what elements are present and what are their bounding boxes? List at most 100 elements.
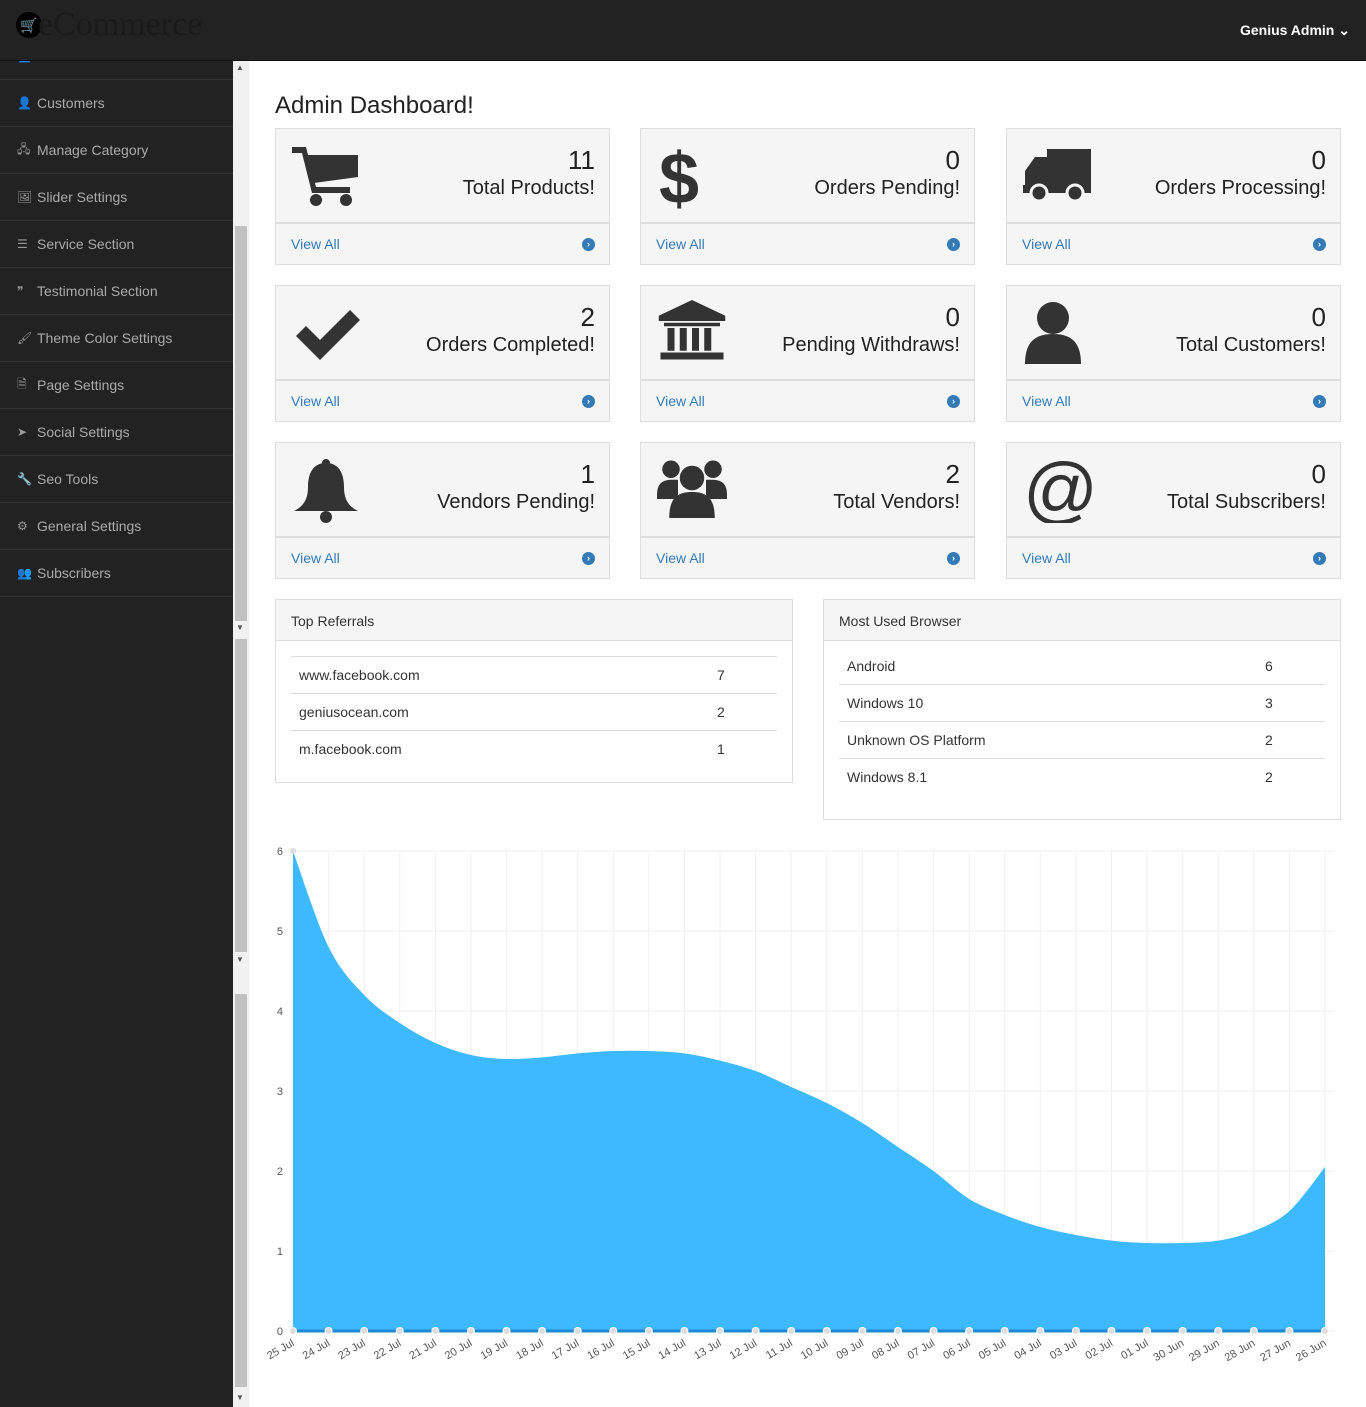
stat-label: Orders Completed! (426, 334, 595, 356)
sidebar-item-customers[interactable]: 👤 Customers (0, 80, 233, 127)
view-all-link[interactable]: View All › (276, 538, 609, 578)
x-tick-label: 27 Jun (1258, 1337, 1293, 1364)
sidebar-item-slider-settings[interactable]: 🖼 Slider Settings (0, 174, 233, 221)
stat-value: 0 (1311, 302, 1326, 332)
view-all-link[interactable]: View All › (1007, 538, 1340, 578)
list-icon: ☰ (17, 237, 28, 251)
data-point (466, 1327, 475, 1335)
stat-card-total-vendors: 2 Total Vendors! View All › (640, 442, 975, 579)
x-tick-label: 22 Jul (372, 1337, 403, 1362)
scrollbar[interactable]: ▲ ▼ ▼ ▼ (233, 61, 249, 1407)
view-all-label: View All (656, 550, 705, 566)
data-point (751, 1327, 760, 1335)
row-name: www.facebook.com (299, 667, 420, 683)
sidebar-item-label: Page Settings (37, 377, 125, 393)
scroll-down-icon[interactable]: ▼ (236, 955, 244, 964)
sidebar-item-service-section[interactable]: ☰ Service Section (0, 221, 233, 268)
x-tick-label: 24 Jul (301, 1337, 332, 1362)
x-tick-label: 20 Jul (443, 1337, 474, 1362)
view-all-link[interactable]: View All › (1007, 381, 1340, 421)
y-tick-label: 1 (277, 1246, 283, 1258)
data-point (787, 1327, 796, 1335)
arrow-circle-right-icon: › (947, 394, 960, 408)
sidebar-item-subscribers[interactable]: 👥 Subscribers (0, 550, 233, 597)
sidebar-item-page-settings[interactable]: 🗎 Page Settings (0, 362, 233, 409)
x-tick-label: 30 Jun (1152, 1337, 1187, 1364)
stat-card-orders-processing: 0 Orders Processing! View All › (1006, 128, 1341, 265)
arrow-circle-right-icon: › (582, 237, 595, 251)
scroll-up-icon[interactable]: ▲ (236, 63, 244, 72)
x-tick-label: 06 Jul (941, 1337, 972, 1362)
arrow-circle-right-icon: › (1313, 394, 1326, 408)
sidebar-item-testimonial-section[interactable]: ❞ Testimonial Section (0, 268, 233, 315)
users-icon: 👥 (17, 566, 32, 580)
sidebar-item-label: Manage Category (37, 142, 149, 158)
stat-card-total-products: 11 Total Products! View All › (275, 128, 610, 265)
data-point (431, 1327, 440, 1335)
x-tick-label: 03 Jul (1048, 1337, 1079, 1362)
x-tick-label: 04 Jul (1012, 1337, 1043, 1362)
brand-logo[interactable]: 🛒 eCommerce (16, 8, 202, 42)
data-point (360, 1327, 369, 1335)
arrow-circle-right-icon: › (582, 394, 595, 408)
stat-label: Total Subscribers! (1167, 491, 1326, 513)
sitemap-icon: 🖧 (17, 141, 31, 156)
row-name: Windows 8.1 (847, 769, 928, 785)
sidebar-item-manage-category[interactable]: 🖧 Manage Category (0, 127, 233, 174)
scroll-thumb[interactable] (235, 639, 247, 952)
row-name: Unknown OS Platform (847, 732, 986, 748)
sidebar-item-theme-color-settings[interactable]: 🖌 Theme Color Settings (0, 315, 233, 362)
stat-card-total-customers: 0 Total Customers! View All › (1006, 285, 1341, 422)
view-all-label: View All (656, 236, 705, 252)
view-all-link[interactable]: View All › (1007, 224, 1340, 264)
sidebar-item-general-settings[interactable]: ⚙ General Settings (0, 503, 233, 550)
view-all-label: View All (1022, 550, 1071, 566)
user-menu[interactable]: Genius Admin ⌄ (1240, 22, 1350, 39)
data-point (644, 1327, 653, 1335)
stat-value: 0 (945, 302, 960, 332)
scroll-down-icon[interactable]: ▼ (236, 1393, 244, 1402)
stat-card-vendors-pending: 1 Vendors Pending! View All › (275, 442, 610, 579)
view-all-link[interactable]: View All › (276, 224, 609, 264)
stat-label: Total Products! (462, 177, 595, 199)
sidebar-item-social-settings[interactable]: ➤ Social Settings (0, 409, 233, 456)
image-icon: 🖼 (17, 190, 33, 204)
view-all-link[interactable]: View All › (276, 381, 609, 421)
x-tick-label: 05 Jul (977, 1337, 1008, 1362)
arrow-circle-right-icon: › (582, 551, 595, 565)
user-name: Genius Admin (1239, 22, 1335, 38)
shopping-cart-icon (292, 143, 362, 209)
scroll-thumb[interactable] (235, 994, 247, 1387)
sidebar-item-seo-tools[interactable]: 🔧 Seo Tools (0, 456, 233, 503)
data-point (290, 848, 296, 854)
view-all-link[interactable]: View All › (641, 224, 974, 264)
scroll-down-icon[interactable]: ▼ (236, 623, 244, 632)
stat-card-total-subscribers: @0 Total Subscribers! View All › (1006, 442, 1341, 579)
scroll-thumb[interactable] (235, 226, 247, 621)
arrow-circle-right-icon: › (947, 237, 960, 251)
stat-value: 11 (568, 145, 595, 175)
view-all-label: View All (291, 236, 340, 252)
view-all-link[interactable]: View All › (641, 538, 974, 578)
sidebar-item-label: Testimonial Section (37, 283, 158, 299)
x-tick-label: 19 Jul (479, 1337, 510, 1362)
data-point (1000, 1327, 1009, 1335)
svg-text:$: $ (659, 143, 699, 209)
row-count: 2 (1265, 732, 1273, 748)
view-all-link[interactable]: View All › (641, 381, 974, 421)
data-point (324, 1327, 333, 1335)
stat-label: Vendors Pending! (437, 491, 595, 513)
quote-icon: ❞ (17, 284, 24, 298)
view-all-label: View All (656, 393, 705, 409)
sidebar-item-label: Seo Tools (37, 471, 99, 487)
row-name: m.facebook.com (299, 741, 402, 757)
x-tick-label: 09 Jul (834, 1337, 865, 1362)
truck-icon (1023, 143, 1093, 209)
data-point (1285, 1327, 1294, 1335)
stat-value: 2 (945, 459, 960, 489)
svg-text:@: @ (1023, 457, 1093, 523)
row-count: 2 (717, 704, 725, 720)
sidebar-item-label: Subscribers (37, 565, 111, 581)
stat-value: 0 (945, 145, 960, 175)
chevron-down-icon: ⌄ (1338, 22, 1350, 38)
